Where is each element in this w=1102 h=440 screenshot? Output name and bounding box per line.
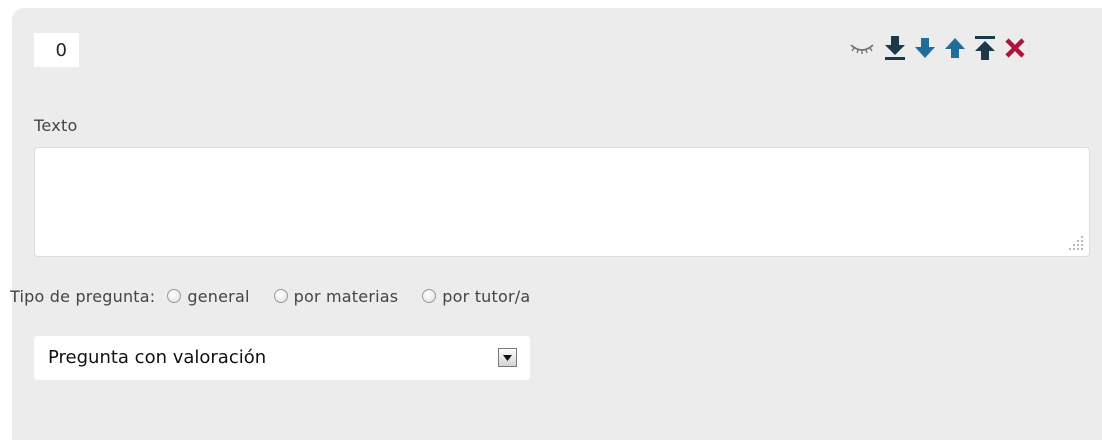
text-label: Texto xyxy=(34,116,78,135)
order-input[interactable] xyxy=(34,33,79,67)
radio-por-tutor-label: por tutor/a xyxy=(442,286,531,306)
answer-type-select[interactable]: Pregunta con valoración xyxy=(34,336,530,380)
chevron-down-icon xyxy=(503,354,512,361)
question-toolbar xyxy=(845,32,1029,64)
move-down-icon[interactable] xyxy=(911,32,939,64)
answer-type-selected: Pregunta con valoración xyxy=(48,347,267,368)
eye-closed-icon[interactable] xyxy=(845,32,879,64)
move-up-icon[interactable] xyxy=(941,32,969,64)
question-type-label: Tipo de pregunta: xyxy=(10,286,156,306)
move-to-bottom-icon[interactable] xyxy=(881,32,909,64)
delete-icon[interactable] xyxy=(1001,32,1029,64)
question-text-area[interactable] xyxy=(34,147,1090,257)
radio-button[interactable] xyxy=(273,289,288,303)
radio-button[interactable] xyxy=(422,289,437,303)
radio-button[interactable] xyxy=(167,289,182,303)
resize-grip-icon[interactable] xyxy=(1064,231,1086,253)
radio-por-materias[interactable]: por materias xyxy=(273,286,399,306)
dropdown-arrow-button[interactable] xyxy=(498,348,517,367)
move-to-top-icon[interactable] xyxy=(971,32,999,64)
radio-general-label: general xyxy=(187,286,250,306)
question-type-group: Tipo de pregunta: general por materias p… xyxy=(10,284,554,308)
radio-por-tutor[interactable]: por tutor/a xyxy=(422,287,530,306)
radio-por-materias-label: por materias xyxy=(293,286,399,306)
radio-general[interactable]: general xyxy=(167,287,249,306)
